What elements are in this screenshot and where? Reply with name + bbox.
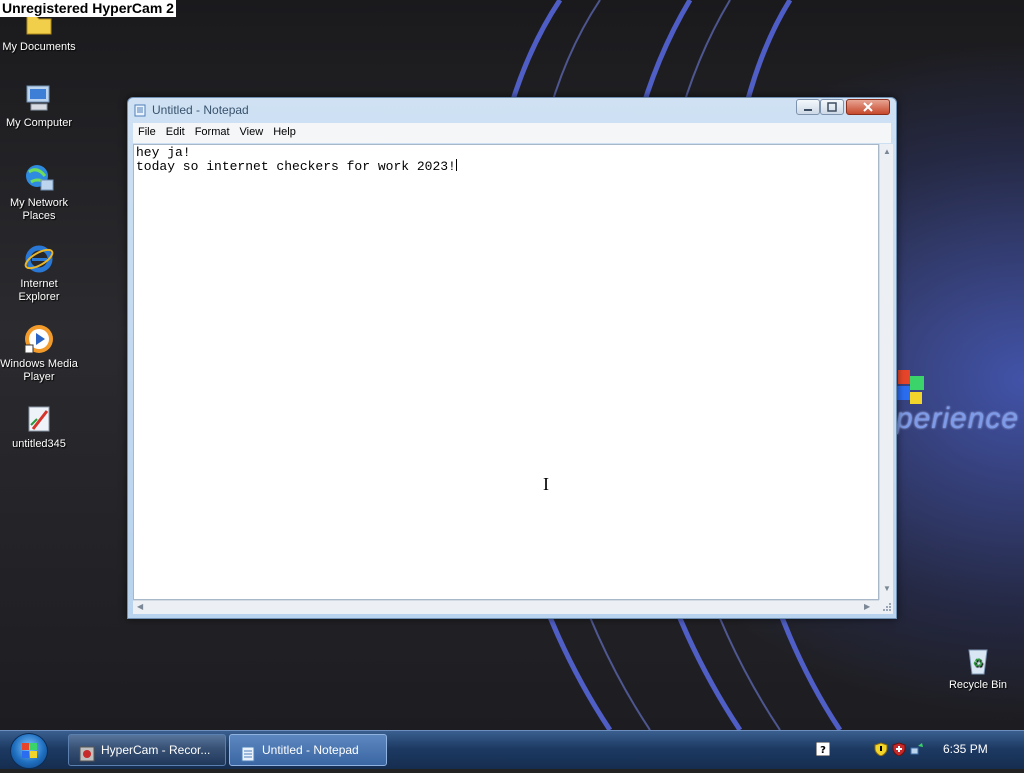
paint-file-icon [23,403,55,435]
resize-grip[interactable] [879,600,893,614]
system-tray: ? 6:35 PM [810,731,1024,769]
editor-text: hey ja! today so internet checkers for w… [136,145,456,174]
text-editor-area[interactable]: hey ja! today so internet checkers for w… [133,144,879,600]
windows-flag-icon [22,743,37,758]
media-player-icon [23,323,55,355]
recycle-bin-icon: ♻ [962,644,994,676]
desktop-icon-my-network-places[interactable]: My Network Places [0,162,78,223]
taskbar-button-label: Untitled - Notepad [262,743,359,757]
horizontal-scrollbar[interactable]: ◀ ▶ [133,600,879,614]
window-title: Untitled - Notepad [152,103,249,117]
scroll-down-arrow-icon[interactable]: ▼ [883,584,891,593]
taskbar-clock[interactable]: 6:35 PM [943,742,988,756]
network-status-icon[interactable] [910,742,924,761]
menu-bar: File Edit Format View Help [133,123,891,143]
desktop-icon-recycle-bin[interactable]: ♻ Recycle Bin [939,644,1017,692]
svg-text:?: ? [820,745,826,756]
vertical-scrollbar[interactable]: ▲ ▼ [879,144,893,600]
scroll-up-arrow-icon[interactable]: ▲ [883,147,891,156]
desktop-icon-label: My Documents [2,41,76,53]
mouse-cursor-ibeam: I [543,474,549,494]
desktop-icon-label: untitled345 [12,438,66,450]
menu-file[interactable]: File [133,123,161,138]
desktop-icon-internet-explorer[interactable]: Internet Explorer [0,243,78,304]
close-button[interactable] [846,99,890,115]
taskbar-button-label: HyperCam - Recor... [101,743,211,757]
menu-view[interactable]: View [235,123,269,138]
desktop-icon-label: My Network Places [9,197,69,222]
desktop-icon-windows-media-player[interactable]: Windows Media Player [0,323,78,384]
menu-edit[interactable]: Edit [161,123,190,138]
minimize-button[interactable] [796,99,820,115]
scroll-left-arrow-icon[interactable]: ◀ [137,602,143,611]
taskbar-button-hypercam[interactable]: HyperCam - Recor... [68,734,226,766]
close-icon [863,102,873,112]
taskbar-button-notepad[interactable]: Untitled - Notepad [229,734,387,766]
desktop-icon-untitled345[interactable]: untitled345 [0,403,78,451]
ie-icon [23,243,55,275]
menu-help[interactable]: Help [268,123,301,138]
maximize-icon [827,102,837,112]
antivirus-icon[interactable] [892,742,906,761]
scroll-right-arrow-icon[interactable]: ▶ [864,602,870,611]
recording-watermark: Unregistered HyperCam 2 [0,0,176,17]
text-caret [455,159,457,171]
notepad-icon [134,104,147,122]
minimize-icon [804,109,812,111]
start-button[interactable] [10,733,48,769]
menu-format[interactable]: Format [190,123,235,138]
title-bar[interactable]: Untitled - Notepad [128,98,896,122]
help-icon[interactable]: ? [815,741,831,761]
desktop-icon-label: My Computer [5,117,73,129]
desktop-icon-my-computer[interactable]: My Computer [0,82,78,130]
computer-icon [23,82,55,114]
taskbar: HyperCam - Recor... Untitled - Notepad ?… [0,730,1024,769]
maximize-button[interactable] [820,99,844,115]
desktop-icon-label: Internet Explorer [18,278,60,303]
network-icon [23,162,55,194]
notepad-icon [240,743,256,765]
desktop-icon-label: Recycle Bin [948,679,1008,691]
desktop-icon-label: Windows Media Player [0,358,78,383]
svg-text:♻: ♻ [973,656,984,670]
resize-grip-icon [883,603,891,611]
security-shield-icon[interactable] [874,742,888,761]
wallpaper-brand-text: perience [896,402,1020,435]
notepad-window[interactable]: Untitled - Notepad File Edit Format View Hel… [127,97,897,619]
hypercam-icon [79,743,95,765]
